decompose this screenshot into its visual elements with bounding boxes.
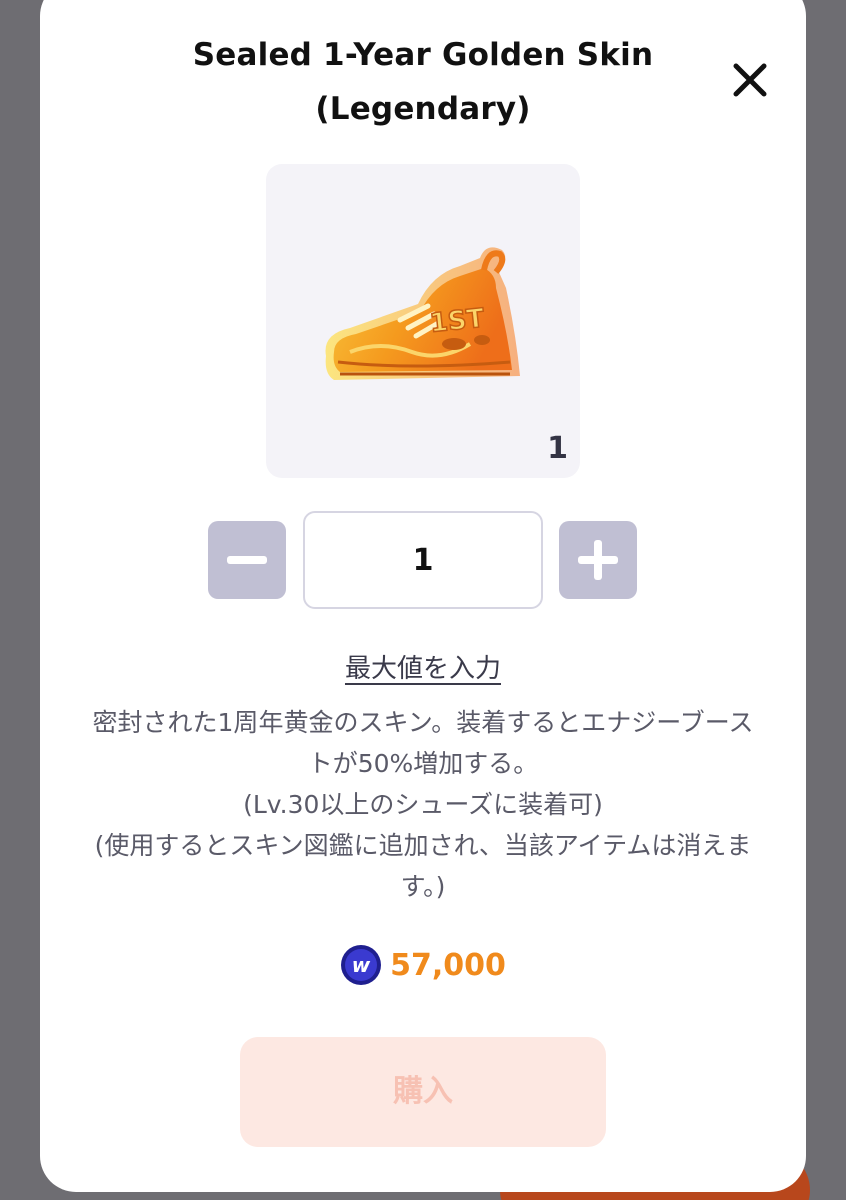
description-line: (Lv.30以上のシューズに装着可) [243, 790, 603, 819]
description-line: (使用するとスキン図鑑に追加され、当該アイテムは消えま [94, 831, 752, 860]
decrease-quantity-button[interactable] [208, 521, 286, 599]
close-button[interactable] [728, 58, 772, 102]
modal-title-line1: Sealed 1-Year Golden Skin [192, 37, 654, 73]
plus-icon [578, 540, 618, 580]
item-count: 1 [547, 431, 568, 466]
close-icon [733, 63, 767, 97]
purchase-modal: Sealed 1-Year Golden Skin (Legendary) 1S… [40, 0, 806, 1192]
enter-max-value-link[interactable]: 最大値を入力 [240, 648, 606, 685]
description-line: トが50%増加する。 [307, 749, 539, 778]
price-value: 57,000 [390, 947, 506, 983]
modal-title: Sealed 1-Year Golden Skin (Legendary) [160, 28, 686, 136]
sneaker-badge: 1ST [428, 303, 486, 339]
item-card: 1ST 1 [266, 164, 580, 478]
price: w 57,000 [40, 942, 806, 988]
increase-quantity-button[interactable] [559, 521, 637, 599]
golden-sneaker-icon: 1ST [325, 247, 520, 380]
quantity-input[interactable] [303, 511, 543, 609]
minus-icon [227, 556, 267, 564]
description-line: す。) [400, 872, 446, 901]
modal-title-line2: (Legendary) [315, 91, 531, 127]
coin-icon: w [341, 945, 382, 985]
description-line: 密封された1周年黄金のスキン。装着するとエナジーブース [92, 708, 754, 737]
coin-letter: w [352, 953, 371, 977]
item-description: 密封された1周年黄金のスキン。装着するとエナジーブース トが50%増加する。 (… [66, 702, 780, 907]
buy-button[interactable]: 購入 [240, 1037, 606, 1147]
